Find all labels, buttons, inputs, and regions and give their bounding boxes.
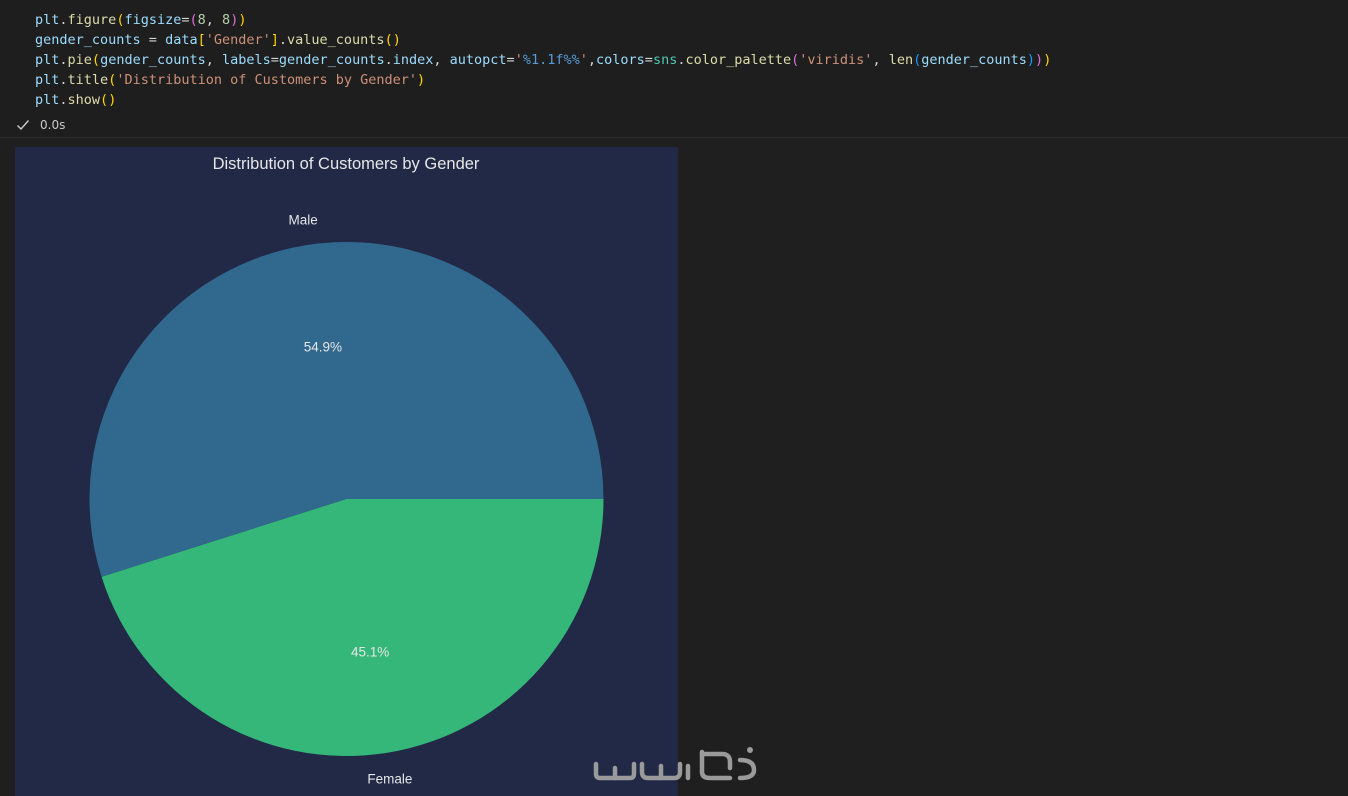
- code-token: .: [59, 92, 68, 108]
- code-token: %1.1f: [522, 52, 564, 68]
- code-token: ): [238, 12, 247, 28]
- code-token: =: [506, 52, 515, 68]
- cell-output: Male 54.9% Female 45.1% Distribution of Cust…: [15, 147, 678, 796]
- code-token: color_palette: [685, 52, 792, 68]
- code-token: plt: [35, 12, 60, 28]
- code-token: gender_counts: [100, 52, 206, 68]
- code-token: (: [91, 52, 101, 68]
- code-line[interactable]: plt.show(): [35, 90, 1051, 110]
- code-token: ): [417, 72, 426, 88]
- execution-time: 0.0s: [40, 118, 66, 132]
- code-token: labels: [222, 52, 271, 68]
- code-token: (: [100, 92, 109, 108]
- code-cell[interactable]: plt.figure(figsize=(8, 8)) gender_counts …: [0, 0, 1348, 138]
- code-token: =: [181, 12, 190, 28]
- code-token: autopct: [449, 52, 507, 68]
- code-token: .: [278, 32, 288, 48]
- code-line[interactable]: plt.title('Distribution of Customers by …: [35, 70, 1051, 90]
- code-token: ): [1035, 52, 1044, 68]
- code-token: ): [108, 92, 117, 108]
- code-token: 'Gender': [205, 32, 271, 48]
- code-token: .: [384, 52, 393, 68]
- code-token: 8: [222, 12, 231, 28]
- code-token: .: [59, 72, 68, 88]
- chart-title: Distribution of Customers by Gender: [213, 155, 480, 173]
- code-token: 8: [197, 12, 206, 28]
- code-token: colors: [596, 52, 645, 68]
- code-token: .: [59, 52, 68, 68]
- code-token: figure: [67, 12, 117, 28]
- slice-percent-label: 54.9%: [304, 340, 342, 355]
- code-token: gender_counts: [921, 52, 1027, 68]
- code-token: value_counts: [287, 32, 385, 48]
- code-token: index: [392, 52, 434, 68]
- code-token: ': [514, 52, 523, 68]
- check-icon: [16, 118, 30, 132]
- code-token: gender_counts: [35, 32, 141, 48]
- slice-label: Male: [289, 213, 318, 228]
- code-token: =: [140, 32, 166, 48]
- pie-chart: Male 54.9% Female 45.1% Distribution of Cust…: [89, 155, 604, 786]
- code-token: show: [67, 92, 101, 108]
- code-token: ,: [433, 52, 450, 68]
- code-token: (: [384, 32, 393, 48]
- code-token: 'Distribution of Customers by Gender': [116, 72, 418, 88]
- code-token: len: [888, 52, 914, 68]
- code-token: =: [644, 52, 653, 68]
- watermark-logo: [590, 742, 760, 784]
- code-token: ,: [872, 52, 889, 68]
- code-token: gender_counts: [278, 52, 385, 68]
- code-token: (: [189, 12, 198, 28]
- code-token: title: [67, 72, 109, 88]
- code-token: ): [392, 32, 401, 48]
- code-token: data: [165, 32, 198, 48]
- code-line[interactable]: plt.figure(figsize=(8, 8)): [35, 10, 1051, 30]
- code-token: ': [579, 52, 588, 68]
- code-line[interactable]: plt.pie(gender_counts, labels=gender_cou…: [35, 50, 1051, 70]
- code-token: ]: [270, 32, 279, 48]
- code-editor[interactable]: plt.figure(figsize=(8, 8)) gender_counts …: [35, 10, 1051, 110]
- code-token: ): [1043, 52, 1052, 68]
- code-token: pie: [67, 52, 92, 68]
- code-token: plt: [35, 92, 60, 108]
- code-token: figsize: [124, 12, 182, 28]
- code-token: 'viridis': [799, 52, 873, 68]
- code-token: (: [913, 52, 922, 68]
- code-token: plt: [35, 52, 60, 68]
- code-token: ,: [587, 52, 597, 68]
- code-token: %%: [563, 52, 580, 68]
- code-token: ,: [205, 52, 222, 68]
- slice-percent-label: 45.1%: [351, 644, 389, 659]
- code-token: ,: [205, 12, 223, 28]
- code-token: .: [59, 12, 68, 28]
- code-token: [: [197, 32, 206, 48]
- code-line[interactable]: gender_counts = data['Gender'].value_cou…: [35, 30, 1051, 50]
- slice-label: Female: [367, 771, 412, 786]
- execution-status: 0.0s: [16, 116, 65, 134]
- code-token: =: [270, 52, 279, 68]
- code-token: plt: [35, 72, 60, 88]
- code-token: ): [1026, 52, 1036, 68]
- code-token: sns: [652, 52, 678, 68]
